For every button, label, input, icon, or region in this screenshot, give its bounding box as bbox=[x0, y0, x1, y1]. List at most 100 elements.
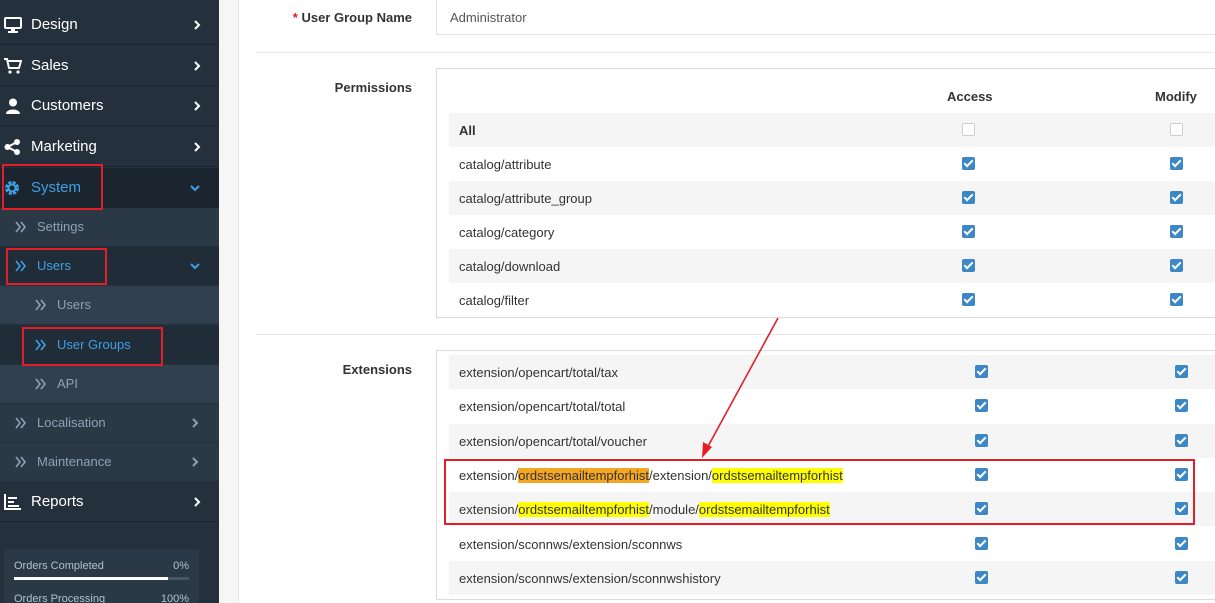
modify-checkbox[interactable] bbox=[1175, 536, 1188, 550]
group-name-label: * User Group Name bbox=[212, 10, 412, 25]
modify-checkbox[interactable] bbox=[1175, 502, 1188, 516]
chevron-right-icon bbox=[194, 20, 201, 30]
group-name-input[interactable]: Administrator bbox=[436, 0, 1215, 35]
extension-row-label: extension/opencart/total/total bbox=[459, 399, 626, 415]
modify-column-header: Modify bbox=[1155, 89, 1197, 104]
chevron-down-icon bbox=[190, 185, 200, 192]
modify-checkbox[interactable] bbox=[1170, 259, 1183, 272]
permission-row-label: All bbox=[459, 123, 476, 138]
permission-row: catalog/download bbox=[449, 249, 1215, 283]
extension-row-label: extension/ordstsemailtempforhist/module/… bbox=[459, 502, 830, 518]
divider bbox=[256, 52, 1215, 53]
orders-completed-bar-fill bbox=[14, 577, 168, 580]
sidebar-item-maintenance[interactable]: Maintenance bbox=[0, 443, 219, 482]
nav-reports[interactable]: Reports bbox=[0, 482, 219, 522]
extension-row-label: extension/sconnws/extension/sconnws bbox=[459, 536, 683, 552]
permission-row: catalog/category bbox=[449, 215, 1215, 249]
chevron-right-icon bbox=[194, 497, 201, 507]
double-chevron-right-icon bbox=[15, 456, 27, 468]
sidebar-item-users[interactable]: Users bbox=[0, 247, 219, 286]
sidebar-item-localisation[interactable]: Localisation bbox=[0, 404, 219, 443]
double-chevron-right-icon bbox=[35, 299, 47, 311]
modify-checkbox[interactable] bbox=[1175, 365, 1188, 378]
nav-customers[interactable]: Customers bbox=[0, 86, 219, 126]
nav-sales[interactable]: Sales bbox=[0, 46, 219, 86]
access-checkbox[interactable] bbox=[975, 399, 988, 413]
share-icon bbox=[4, 139, 20, 155]
modify-checkbox[interactable] bbox=[1170, 123, 1183, 136]
required-mark: * bbox=[292, 10, 298, 25]
extension-row: extension/opencart/total/tax bbox=[449, 355, 1215, 389]
sidebar-item-settings-label: Settings bbox=[37, 219, 84, 234]
access-column-header: Access bbox=[947, 89, 993, 104]
highlighted-text: ordstsemailtempforhist bbox=[518, 502, 650, 518]
access-checkbox[interactable] bbox=[962, 191, 975, 204]
access-checkbox[interactable] bbox=[962, 157, 975, 170]
sidebar-subitem-users[interactable]: Users bbox=[0, 286, 219, 325]
nav-design[interactable]: Design bbox=[0, 5, 219, 45]
double-chevron-right-icon bbox=[15, 221, 27, 233]
modify-checkbox[interactable] bbox=[1170, 157, 1183, 170]
chevron-right-icon bbox=[194, 142, 201, 152]
chevron-down-icon bbox=[190, 263, 200, 270]
modify-checkbox[interactable] bbox=[1170, 191, 1183, 204]
extension-row: extension/sconnws/extension/sconnws bbox=[449, 527, 1215, 561]
modify-checkbox[interactable] bbox=[1175, 570, 1188, 584]
access-checkbox[interactable] bbox=[975, 502, 988, 516]
nav-marketing[interactable]: Marketing bbox=[0, 127, 219, 167]
order-progress-panel: Orders Completed 0% Orders Processing 10… bbox=[4, 549, 199, 603]
orders-completed-value: 0% bbox=[173, 560, 189, 572]
sidebar-subitem-user-groups-label: User Groups bbox=[57, 337, 131, 352]
modify-checkbox[interactable] bbox=[1175, 433, 1188, 447]
permission-row: All bbox=[449, 113, 1215, 147]
sidebar-item-maintenance-label: Maintenance bbox=[37, 454, 112, 469]
group-name-label-text: User Group Name bbox=[301, 10, 412, 25]
sidebar-subitem-api[interactable]: API bbox=[0, 365, 219, 404]
orders-completed-bar bbox=[14, 577, 189, 580]
permission-row-label: catalog/attribute_group bbox=[459, 191, 592, 206]
modify-checkbox[interactable] bbox=[1175, 399, 1188, 413]
extension-row: extension/ordstsemailtempforhist/module/… bbox=[449, 492, 1215, 527]
modify-checkbox[interactable] bbox=[1170, 225, 1183, 238]
extension-row: extension/opencart/total/total bbox=[449, 389, 1215, 423]
access-checkbox[interactable] bbox=[962, 225, 975, 238]
nav-system[interactable]: System bbox=[0, 168, 219, 208]
cart-icon bbox=[4, 58, 22, 74]
permission-row-label: catalog/category bbox=[459, 225, 555, 240]
access-checkbox[interactable] bbox=[962, 293, 975, 306]
extension-row: extension/opencart/total/voucher bbox=[449, 423, 1215, 458]
nav-reports-label: Reports bbox=[31, 493, 84, 510]
sidebar-subitem-api-label: API bbox=[57, 376, 78, 391]
access-checkbox[interactable] bbox=[975, 365, 988, 378]
chevron-right-icon bbox=[194, 101, 201, 111]
extension-row-label: extension/opencart/total/voucher bbox=[459, 433, 647, 449]
sidebar-item-settings[interactable]: Settings bbox=[0, 208, 219, 247]
extension-row-label: extension/opencart/total/tax bbox=[459, 365, 618, 380]
double-chevron-right-icon bbox=[15, 417, 27, 429]
sidebar-item-users-label: Users bbox=[37, 258, 71, 273]
nav-design-label: Design bbox=[31, 16, 78, 33]
access-checkbox[interactable] bbox=[975, 536, 988, 550]
nav-sales-label: Sales bbox=[31, 57, 69, 74]
access-checkbox[interactable] bbox=[962, 123, 975, 136]
modify-checkbox[interactable] bbox=[1170, 293, 1183, 306]
permission-row: catalog/attribute_group bbox=[449, 181, 1215, 215]
nav-customers-label: Customers bbox=[31, 97, 104, 114]
chevron-right-icon bbox=[194, 61, 201, 71]
extensions-label: Extensions bbox=[342, 362, 412, 377]
access-checkbox[interactable] bbox=[975, 570, 988, 584]
access-checkbox[interactable] bbox=[962, 259, 975, 272]
sidebar-subitem-user-groups[interactable]: User Groups bbox=[0, 326, 219, 365]
sidebar-subitem-users-label: Users bbox=[57, 297, 91, 312]
double-chevron-right-icon bbox=[35, 378, 47, 390]
modify-checkbox[interactable] bbox=[1175, 467, 1188, 481]
permission-row: catalog/filter bbox=[449, 283, 1215, 317]
extension-row: extension/sconnws/extension/sconnwshisto… bbox=[449, 560, 1215, 595]
highlighted-text: ordstsemailtempforhist bbox=[711, 467, 843, 483]
gear-icon bbox=[5, 181, 19, 195]
access-checkbox[interactable] bbox=[975, 467, 988, 481]
access-checkbox[interactable] bbox=[975, 433, 988, 447]
extensions-panel: extension/opencart/total/tax extension/op… bbox=[436, 350, 1215, 600]
chevron-right-icon bbox=[192, 418, 199, 428]
extension-row-label: extension/ordstsemailtempforhist/extensi… bbox=[459, 467, 843, 483]
